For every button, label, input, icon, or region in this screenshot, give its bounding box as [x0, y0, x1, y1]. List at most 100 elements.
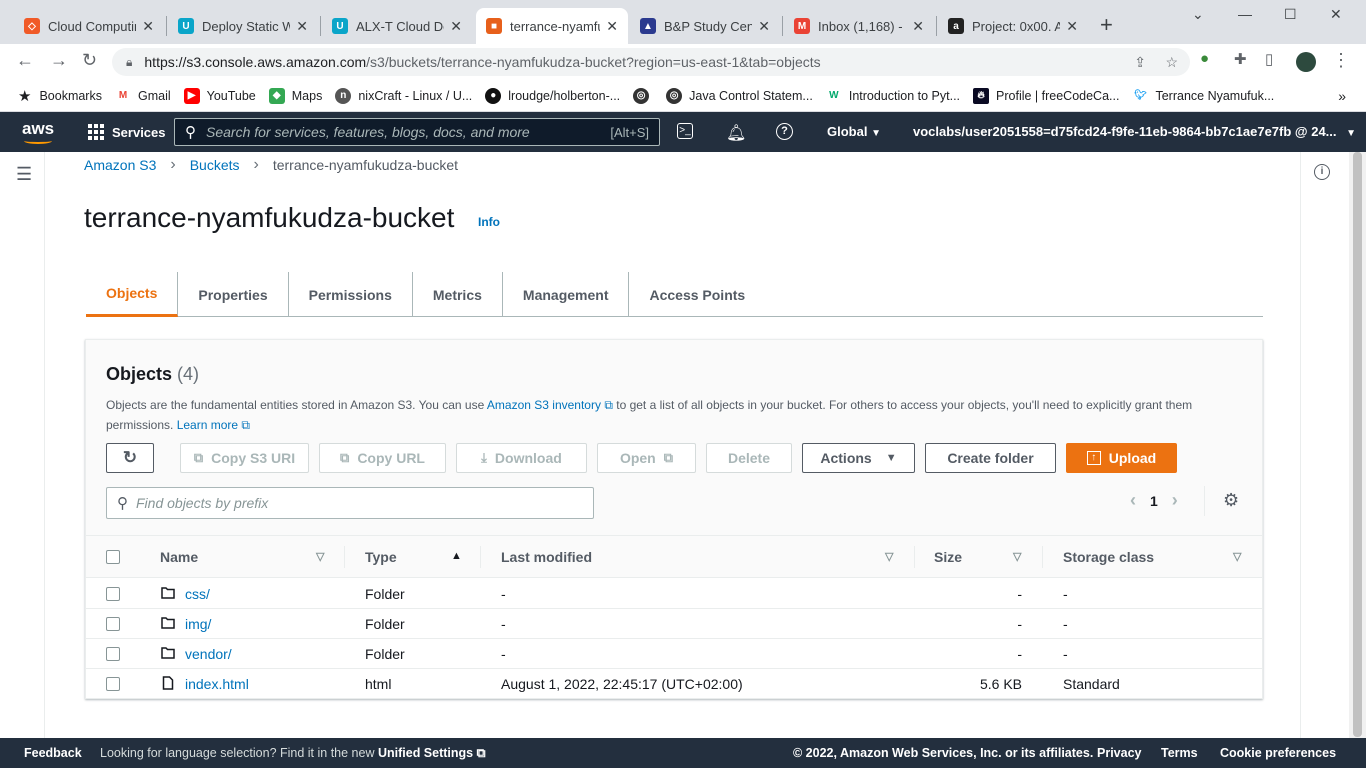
close-tab-icon[interactable]: ✕ — [912, 18, 924, 35]
download-button[interactable]: ⤓ Download — [456, 443, 587, 473]
object-name-link[interactable]: vendor/ — [185, 646, 232, 662]
select-all-checkbox[interactable] — [106, 550, 120, 564]
breadcrumb-buckets[interactable]: Buckets — [190, 157, 240, 173]
column-name[interactable]: Name — [160, 549, 198, 565]
column-type[interactable]: Type — [365, 549, 397, 565]
side-panel-icon[interactable]: ▯ — [1265, 50, 1273, 68]
bookmark-item[interactable]: M Gmail — [114, 87, 171, 104]
bookmark-item[interactable]: 🐦︎ Terrance Nyamufuk... — [1132, 87, 1274, 104]
bookmark-item[interactable]: n nixCraft - Linux / U... — [335, 87, 472, 104]
sort-ascending-icon[interactable]: ▲ — [451, 550, 462, 562]
extensions-puzzle-icon[interactable]: ✚ — [1234, 50, 1247, 68]
help-icon[interactable]: ? — [776, 123, 793, 140]
actions-dropdown-button[interactable]: Actions ▼ — [802, 443, 915, 473]
tab-access-points[interactable]: Access Points — [629, 272, 765, 317]
profile-avatar[interactable] — [1296, 52, 1316, 72]
bookmark-item[interactable]: ● lroudge/holberton-... — [485, 87, 620, 104]
tab-properties[interactable]: Properties — [178, 272, 289, 317]
services-menu-button[interactable]: Services — [88, 124, 166, 140]
aws-logo[interactable]: aws — [22, 119, 54, 144]
tab-metrics[interactable]: Metrics — [413, 272, 503, 317]
table-row[interactable]: index.html html August 1, 2022, 22:45:17… — [86, 669, 1262, 699]
browser-tab[interactable]: M Inbox (1,168) - te ✕ — [784, 8, 934, 44]
browser-tab[interactable]: a Project: 0x00. Air ✕ — [938, 8, 1088, 44]
row-checkbox[interactable] — [106, 647, 120, 661]
bookmark-item[interactable]: ★ Bookmarks — [18, 87, 102, 105]
chevron-down-icon[interactable]: ⌄ — [1192, 6, 1204, 23]
cookie-preferences-link[interactable]: Cookie preferences — [1220, 746, 1336, 760]
close-tab-icon[interactable]: ✕ — [606, 18, 618, 35]
cloudshell-icon[interactable]: >_ — [677, 123, 693, 139]
forward-icon[interactable]: → — [50, 50, 68, 71]
column-size[interactable]: Size — [934, 549, 962, 565]
aws-search-input[interactable] — [206, 124, 611, 140]
column-last-modified[interactable]: Last modified — [501, 549, 592, 565]
scrollbar[interactable] — [1349, 152, 1366, 738]
upload-button[interactable]: ↑ Upload — [1066, 443, 1177, 473]
terms-link[interactable]: Terms — [1161, 746, 1198, 760]
bookmark-item[interactable]: ◎ — [633, 87, 653, 104]
extension-globe-icon[interactable]: ● — [1200, 50, 1209, 67]
scrollbar-thumb[interactable] — [1353, 152, 1362, 737]
address-bar[interactable]: 🔒︎ https://s3.console.aws.amazon.com/s3/… — [112, 48, 1190, 76]
column-storage-class[interactable]: Storage class — [1063, 549, 1154, 565]
object-filter[interactable]: ⚲ — [106, 487, 594, 519]
unified-settings-link[interactable]: Unified Settings ⧉ — [378, 746, 486, 760]
aws-search-box[interactable]: ⚲ [Alt+S] — [174, 118, 660, 146]
account-menu[interactable]: voclabs/user2051558=d75fcd24-f9fe-11eb-9… — [913, 124, 1356, 139]
row-checkbox[interactable] — [106, 677, 120, 691]
bookmarks-overflow-icon[interactable]: » — [1338, 88, 1346, 104]
table-row[interactable]: vendor/ Folder - - - — [86, 639, 1262, 669]
tab-objects[interactable]: Objects — [86, 272, 179, 317]
delete-button[interactable]: Delete — [706, 443, 792, 473]
minimize-icon[interactable]: — — [1238, 6, 1252, 22]
refresh-button[interactable]: ↻ — [106, 443, 154, 473]
bookmark-item[interactable]: ◎ Java Control Statem... — [666, 87, 813, 104]
hamburger-menu-icon[interactable]: ☰ — [16, 164, 32, 185]
close-tab-icon[interactable]: ✕ — [758, 18, 770, 35]
object-search-input[interactable] — [136, 495, 593, 511]
browser-tab[interactable]: ▲ B&P Study Centr ✕ — [630, 8, 780, 44]
learn-more-link[interactable]: Learn more ⧉ — [177, 418, 250, 432]
breadcrumb-amazon-s3[interactable]: Amazon S3 — [84, 157, 156, 173]
back-icon[interactable]: ← — [16, 50, 34, 71]
close-tab-icon[interactable]: ✕ — [142, 18, 154, 35]
bookmark-item[interactable]: ◆ Maps — [268, 87, 322, 104]
info-panel-icon[interactable]: i — [1314, 164, 1330, 180]
sort-caret-icon[interactable]: ▽ — [1013, 550, 1021, 563]
browser-tab[interactable]: U Deploy Static We ✕ — [168, 8, 318, 44]
bookmark-item[interactable]: ▶ YouTube — [183, 87, 256, 104]
gear-icon[interactable]: ⚙ — [1223, 490, 1239, 511]
close-tab-icon[interactable]: ✕ — [296, 18, 308, 35]
info-link[interactable]: Info — [478, 215, 500, 229]
privacy-link[interactable]: Privacy — [1097, 746, 1141, 760]
close-tab-icon[interactable]: ✕ — [450, 18, 462, 35]
object-name-link[interactable]: index.html — [185, 676, 249, 692]
star-icon[interactable]: ☆ — [1165, 54, 1178, 71]
share-icon[interactable]: ⇪ — [1134, 54, 1146, 71]
close-tab-icon[interactable]: ✕ — [1066, 18, 1078, 35]
region-selector[interactable]: Global ▼ — [827, 124, 881, 139]
table-row[interactable]: css/ Folder - - - — [86, 579, 1262, 609]
row-checkbox[interactable] — [106, 617, 120, 631]
sort-caret-icon[interactable]: ▽ — [316, 550, 324, 563]
next-page-icon[interactable]: › — [1172, 490, 1178, 511]
browser-tab[interactable]: ◇ Cloud Computing ✕ — [14, 8, 164, 44]
open-button[interactable]: Open ⧉ — [597, 443, 696, 473]
current-page[interactable]: 1 — [1150, 493, 1158, 509]
object-name-link[interactable]: css/ — [185, 586, 210, 602]
sort-caret-icon[interactable]: ▽ — [885, 550, 893, 563]
feedback-link[interactable]: Feedback — [24, 746, 82, 760]
new-tab-icon[interactable]: + — [1100, 12, 1113, 38]
previous-page-icon[interactable]: ‹ — [1130, 490, 1136, 511]
create-folder-button[interactable]: Create folder — [925, 443, 1056, 473]
row-checkbox[interactable] — [106, 587, 120, 601]
bookmark-item[interactable]: 🔥︎ Profile | freeCodeCa... — [973, 87, 1119, 104]
menu-kebab-icon[interactable]: ⋮ — [1332, 50, 1350, 71]
sort-caret-icon[interactable]: ▽ — [1233, 550, 1241, 563]
copy-url-button[interactable]: ⧉ Copy URL — [319, 443, 446, 473]
s3-inventory-link[interactable]: Amazon S3 inventory ⧉ — [487, 398, 613, 412]
browser-tab[interactable]: U ALX-T Cloud Dev ✕ — [322, 8, 472, 44]
browser-tab-active[interactable]: ■ terrance-nyamfu ✕ — [476, 8, 628, 44]
copy-s3-uri-button[interactable]: ⧉ Copy S3 URI — [180, 443, 309, 473]
